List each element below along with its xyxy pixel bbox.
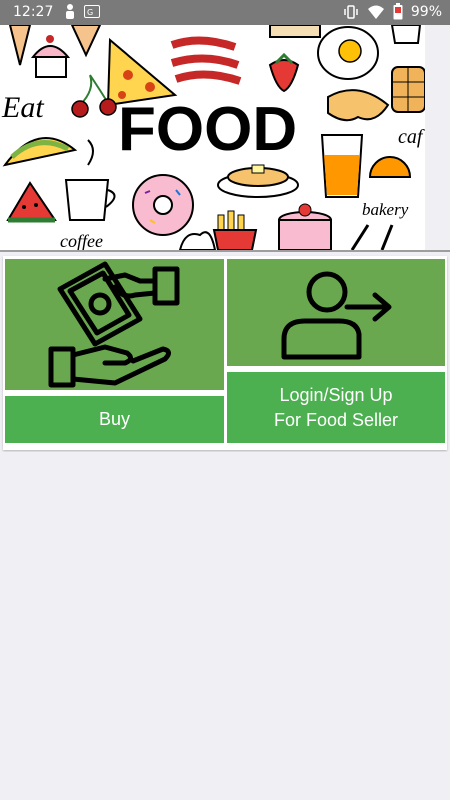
empty-content-area	[0, 452, 450, 800]
battery-percent: 99%	[410, 3, 442, 20]
watermelon-icon	[6, 181, 57, 223]
divider	[0, 250, 450, 252]
seller-icon-tile[interactable]	[227, 259, 445, 366]
coffee-cup-icon	[64, 179, 116, 221]
bacon-icon	[170, 36, 242, 85]
svg-text:G: G	[87, 8, 93, 17]
status-bar: 12:27 G 99%	[0, 0, 450, 25]
strawberry-icon	[268, 52, 300, 93]
person-arrow-icon	[281, 271, 392, 360]
orange-juice-icon	[320, 134, 364, 198]
banner-word-eat: Eat	[1, 91, 44, 124]
french-fries-icon	[212, 210, 258, 250]
buy-button-label: Buy	[98, 409, 131, 429]
wifi-icon	[367, 5, 384, 19]
status-time: 12:27	[13, 4, 54, 20]
cupcake-icon	[30, 35, 71, 78]
waffle-icon	[391, 66, 425, 113]
ice-cream-cone-icon	[8, 25, 32, 66]
battery-icon	[393, 3, 403, 20]
banner-word-coffee: coffee	[60, 231, 103, 250]
seller-login-label: Login/Sign Up For Food Seller	[273, 384, 399, 430]
action-panel: Buy Login/Sign Up For Food Seller	[3, 256, 447, 450]
cake-icon	[278, 203, 332, 250]
donut-icon	[132, 174, 194, 236]
hand-money-icon	[48, 261, 180, 388]
food-banner-image: Eat FOOD caf bakery coffee	[0, 25, 425, 250]
svg-text:caf: caf	[398, 126, 425, 148]
croissant-icon	[327, 89, 390, 122]
person-icon	[66, 4, 74, 19]
seller-login-button[interactable]: Login/Sign Up For Food Seller	[227, 372, 445, 443]
fried-egg-icon	[317, 26, 379, 80]
buy-button[interactable]: Buy	[5, 396, 224, 443]
taco-icon	[2, 137, 78, 167]
vibrate-icon	[344, 4, 358, 19]
banner-word-food: FOOD	[118, 95, 297, 164]
banner-word-bakery: bakery	[362, 200, 409, 219]
fork-and-knife-icon	[350, 224, 394, 250]
buy-icon-tile[interactable]	[5, 259, 224, 390]
pancakes-icon	[217, 164, 299, 198]
orange-slice-icon	[368, 156, 412, 178]
sim-card-icon: G	[84, 4, 100, 18]
